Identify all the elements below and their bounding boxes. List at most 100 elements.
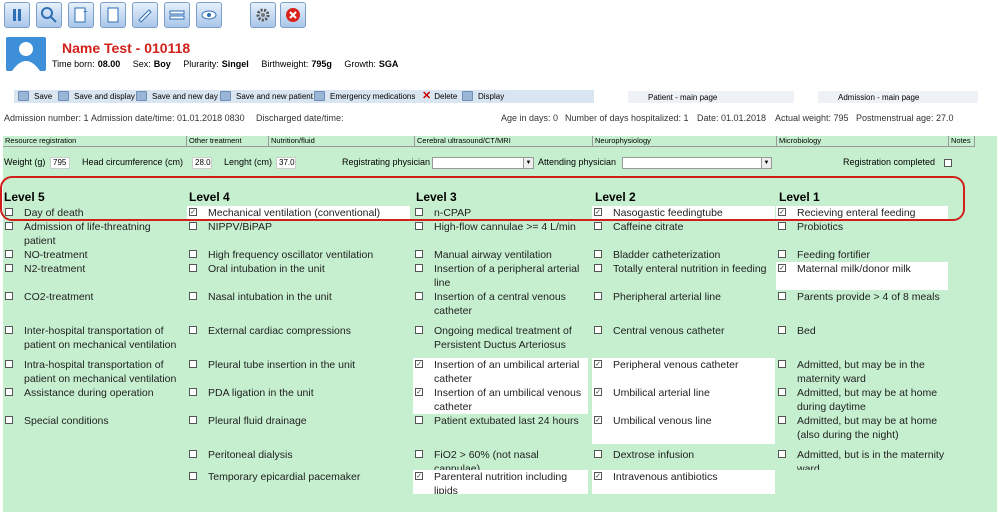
checkbox[interactable]: ✓ bbox=[594, 360, 602, 368]
delete-button[interactable]: ✕ Delete bbox=[422, 91, 457, 102]
checkbox-item-l1-1[interactable]: Probiotics bbox=[776, 220, 948, 248]
checkbox[interactable] bbox=[5, 360, 13, 368]
patient-main-page-button[interactable]: Patient - main page bbox=[628, 91, 794, 103]
checkbox-item-l3-5[interactable]: Ongoing medical treatment of Persistent … bbox=[413, 324, 588, 358]
checkbox[interactable] bbox=[778, 326, 786, 334]
checkbox[interactable] bbox=[778, 222, 786, 230]
checkbox-item-l5-4[interactable]: CO2-treatment bbox=[3, 290, 183, 324]
checkbox-item-l2-1[interactable]: Caffeine citrate bbox=[592, 220, 775, 248]
length-input[interactable]: 37.0 bbox=[276, 157, 296, 169]
checkbox-item-l4-7[interactable]: PDA ligation in the unit bbox=[187, 386, 410, 414]
checkbox[interactable] bbox=[415, 250, 423, 258]
checkbox-item-l2-10[interactable]: ✓ Intravenous antibiotics bbox=[592, 470, 775, 494]
checkbox-item-l3-8[interactable]: Patient extubated last 24 hours bbox=[413, 414, 588, 444]
checkbox[interactable] bbox=[594, 222, 602, 230]
checkbox[interactable] bbox=[189, 472, 197, 480]
save-new-day-button[interactable]: Save and new day bbox=[136, 91, 218, 101]
add-document-button[interactable]: + bbox=[68, 2, 94, 28]
checkbox[interactable] bbox=[189, 264, 197, 272]
checkbox-item-l4-9[interactable]: Peritoneal dialysis bbox=[187, 448, 410, 470]
checkbox[interactable] bbox=[778, 292, 786, 300]
attending-physician-select[interactable]: ▼ bbox=[622, 157, 772, 169]
checkbox-item-l5-3[interactable]: N2-treatment bbox=[3, 262, 183, 290]
checkbox[interactable] bbox=[778, 360, 786, 368]
registrating-physician-select[interactable]: ▼ bbox=[432, 157, 534, 169]
save-display-button[interactable]: Save and display bbox=[58, 91, 135, 101]
tab-nutrition-fluid[interactable]: Nutrition/fluid bbox=[269, 136, 415, 147]
checkbox[interactable]: ✓ bbox=[415, 388, 423, 396]
checkbox-item-l2-9[interactable]: Dextrose infusion bbox=[592, 448, 775, 470]
checkbox[interactable] bbox=[5, 416, 13, 424]
checkbox[interactable] bbox=[5, 388, 13, 396]
checkbox[interactable]: ✓ bbox=[594, 416, 602, 424]
checkbox-item-l3-9[interactable]: FiO2 > 60% (not nasal cannulae) bbox=[413, 448, 588, 470]
checkbox[interactable] bbox=[594, 326, 602, 334]
checkbox-item-l5-8[interactable]: Special conditions bbox=[3, 414, 183, 444]
checkbox[interactable] bbox=[415, 416, 423, 424]
checkbox-item-l4-5[interactable]: External cardiac compressions bbox=[187, 324, 410, 358]
checkbox[interactable] bbox=[189, 360, 197, 368]
checkbox[interactable] bbox=[5, 250, 13, 258]
checkbox[interactable] bbox=[415, 292, 423, 300]
checkbox[interactable] bbox=[415, 264, 423, 272]
checkbox-item-l3-6[interactable]: ✓ Insertion of an umbilical arterial cath… bbox=[413, 358, 588, 386]
checkbox-item-l3-2[interactable]: Manual airway ventilation bbox=[413, 248, 588, 262]
checkbox[interactable] bbox=[594, 264, 602, 272]
checkbox[interactable] bbox=[778, 416, 786, 424]
tab-resource-registration[interactable]: Resource registration bbox=[3, 136, 187, 147]
checkbox[interactable] bbox=[594, 292, 602, 300]
checkbox-item-l4-1[interactable]: NIPPV/BiPAP bbox=[187, 220, 410, 248]
checkbox[interactable] bbox=[415, 450, 423, 458]
save-new-patient-button[interactable]: Save and new patient bbox=[220, 91, 313, 101]
tab-notes[interactable]: Notes bbox=[949, 136, 975, 147]
admission-main-page-button[interactable]: Admission - main page bbox=[818, 91, 978, 103]
tab-other-treatment[interactable]: Other treatment bbox=[187, 136, 269, 147]
head-circumference-input[interactable]: 28.0 bbox=[192, 157, 212, 169]
checkbox-item-l2-7[interactable]: ✓ Umbilical arterial line bbox=[592, 386, 775, 414]
checkbox[interactable]: ✓ bbox=[778, 264, 786, 272]
checkbox-item-l2-8[interactable]: ✓ Umbilical venous line bbox=[592, 414, 775, 444]
checkbox[interactable] bbox=[415, 222, 423, 230]
checkbox[interactable] bbox=[594, 450, 602, 458]
checkbox-item-l5-2[interactable]: NO-treatment bbox=[3, 248, 183, 262]
checkbox[interactable] bbox=[778, 388, 786, 396]
checkbox-item-l2-5[interactable]: Central venous catheter bbox=[592, 324, 775, 358]
checkbox[interactable]: ✓ bbox=[415, 472, 423, 480]
checkbox-item-l4-3[interactable]: Oral intubation in the unit bbox=[187, 262, 410, 290]
tab-microbiology[interactable]: Microbiology bbox=[777, 136, 949, 147]
lab-button[interactable] bbox=[4, 2, 30, 28]
checkbox-item-l1-3[interactable]: ✓ Maternal milk/donor milk bbox=[776, 262, 948, 290]
checkbox-item-l2-4[interactable]: Pheripheral arterial line bbox=[592, 290, 775, 324]
checkbox[interactable] bbox=[5, 222, 13, 230]
checkbox[interactable] bbox=[189, 222, 197, 230]
checkbox[interactable] bbox=[778, 250, 786, 258]
checkbox-item-l4-4[interactable]: Nasal intubation in the unit bbox=[187, 290, 410, 324]
close-button[interactable] bbox=[280, 2, 306, 28]
checkbox-item-l2-3[interactable]: Totally enteral nutrition in feeding bbox=[592, 262, 775, 290]
checkbox[interactable] bbox=[778, 450, 786, 458]
checkbox-item-l5-5[interactable]: Inter-hospital transportation of patient… bbox=[3, 324, 183, 358]
checkbox[interactable] bbox=[189, 292, 197, 300]
checkbox-item-l5-7[interactable]: Assistance during operation bbox=[3, 386, 183, 414]
checkbox-item-l4-10[interactable]: Temporary epicardial pacemaker bbox=[187, 470, 410, 494]
checkbox-item-l1-6[interactable]: Admitted, but may be in the maternity wa… bbox=[776, 358, 948, 386]
checkbox[interactable] bbox=[5, 264, 13, 272]
checkbox-item-l1-4[interactable]: Parents provide > 4 of 8 meals bbox=[776, 290, 948, 324]
view-button[interactable] bbox=[196, 2, 222, 28]
checkbox-item-l4-2[interactable]: High frequency oscillator ventilation bbox=[187, 248, 410, 262]
checkbox[interactable]: ✓ bbox=[594, 388, 602, 396]
checkbox-item-l2-6[interactable]: ✓ Peripheral venous catheter bbox=[592, 358, 775, 386]
checkbox-item-l4-6[interactable]: Pleural tube insertion in the unit bbox=[187, 358, 410, 386]
checkbox-item-l4-8[interactable]: Pleural fluid drainage bbox=[187, 414, 410, 444]
tab-cerebral-ultrasound[interactable]: Cerebral ultrasound/CT/MRI bbox=[415, 136, 593, 147]
checkbox-item-l3-1[interactable]: High-flow cannulae >= 4 L/min bbox=[413, 220, 588, 248]
checkbox-item-l1-8[interactable]: Admitted, but may be at home (also durin… bbox=[776, 414, 948, 444]
tab-neurophysiology[interactable]: Neurophysiology bbox=[593, 136, 777, 147]
registration-completed-checkbox[interactable] bbox=[944, 159, 952, 167]
checkbox-item-l1-2[interactable]: Feeding fortifier bbox=[776, 248, 948, 262]
checkbox-item-l5-1[interactable]: Admission of life-threatning patient bbox=[3, 220, 183, 248]
document-button[interactable] bbox=[100, 2, 126, 28]
stack-button[interactable] bbox=[164, 2, 190, 28]
checkbox-item-l1-9[interactable]: Admitted, but is in the maternity ward bbox=[776, 448, 948, 470]
checkbox[interactable] bbox=[189, 326, 197, 334]
